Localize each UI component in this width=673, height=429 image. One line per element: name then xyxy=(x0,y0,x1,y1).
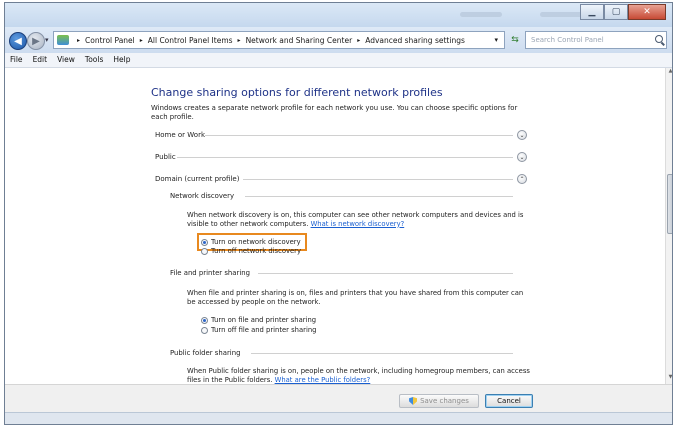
radio-turn-on-discovery[interactable]: Turn on network discovery xyxy=(201,238,301,246)
scroll-up-icon[interactable]: ▲ xyxy=(666,68,672,78)
forward-button[interactable]: ▶ xyxy=(27,32,45,50)
profile-domain-label: Domain (current profile) xyxy=(155,175,240,183)
breadcrumb-separator: ▸ xyxy=(237,36,241,44)
screenshot-frame: ▁ ▢ ✕ ◀ ▶ ▾ ▸ Control Panel ▸ All Contro… xyxy=(0,0,673,429)
radio-selected-icon xyxy=(201,238,208,246)
settings-content: Change sharing options for different net… xyxy=(5,68,665,384)
breadcrumb-advanced-sharing[interactable]: Advanced sharing settings xyxy=(365,36,465,45)
radio-label: Turn off file and printer sharing xyxy=(211,326,317,334)
chevron-up-icon: ⌃ xyxy=(519,175,525,183)
breadcrumb-control-panel[interactable]: Control Panel xyxy=(85,36,135,45)
divider xyxy=(245,196,513,197)
radio-selected-icon xyxy=(201,316,208,324)
expand-public-button[interactable]: ⌄ xyxy=(517,152,527,162)
chevron-down-icon[interactable]: ▾ xyxy=(494,36,498,44)
breadcrumb-network-sharing[interactable]: Network and Sharing Center xyxy=(246,36,353,45)
divider xyxy=(243,179,513,180)
profile-public-label: Public xyxy=(155,153,176,161)
chevron-down-icon: ⌄ xyxy=(519,153,525,161)
public-folder-sharing-title: Public folder sharing xyxy=(170,349,241,357)
menu-bar: File Edit View Tools Help xyxy=(5,53,672,68)
save-changes-label: Save changes xyxy=(420,397,469,405)
network-discovery-title: Network discovery xyxy=(170,192,235,200)
radio-turn-on-file-sharing[interactable]: Turn on file and printer sharing xyxy=(201,316,316,324)
radio-label: Turn off network discovery xyxy=(211,247,301,255)
address-bar[interactable]: ▸ Control Panel ▸ All Control Panel Item… xyxy=(53,31,505,49)
network-discovery-help-link[interactable]: What is network discovery? xyxy=(311,220,405,228)
breadcrumb-separator: ▸ xyxy=(77,36,81,44)
menu-view[interactable]: View xyxy=(52,53,80,67)
maximize-icon: ▢ xyxy=(611,7,621,17)
titlebar-blur xyxy=(460,12,502,17)
breadcrumb-all-items[interactable]: All Control Panel Items xyxy=(148,36,233,45)
search-placeholder: Search Control Panel xyxy=(531,36,604,44)
radio-turn-off-discovery[interactable]: Turn off network discovery xyxy=(201,247,301,255)
page-title: Change sharing options for different net… xyxy=(151,86,443,99)
menu-file[interactable]: File xyxy=(5,53,28,67)
control-panel-icon xyxy=(57,35,69,45)
expand-home-work-button[interactable]: ⌄ xyxy=(517,130,527,140)
button-bar: Save changes Cancel xyxy=(5,384,672,413)
close-button[interactable]: ✕ xyxy=(628,4,666,20)
radio-label: Turn on file and printer sharing xyxy=(211,316,317,324)
arrow-left-icon: ◀ xyxy=(14,35,22,47)
file-printer-sharing-title: File and printer sharing xyxy=(170,269,250,277)
file-printer-sharing-text: When file and printer sharing is on, fil… xyxy=(187,289,524,306)
breadcrumb-separator: ▸ xyxy=(357,36,361,44)
divider xyxy=(251,353,513,354)
close-icon: ✕ xyxy=(643,7,651,17)
minimize-icon: ▁ xyxy=(588,7,596,17)
radio-turn-off-file-sharing[interactable]: Turn off file and printer sharing xyxy=(201,326,316,334)
radio-unselected-icon xyxy=(201,247,208,255)
refresh-button[interactable]: ⇆ xyxy=(507,32,523,48)
save-changes-button[interactable]: Save changes xyxy=(399,394,479,408)
divider xyxy=(177,157,513,158)
back-button[interactable]: ◀ xyxy=(9,32,27,50)
collapse-domain-button[interactable]: ⌃ xyxy=(517,174,527,184)
menu-tools[interactable]: Tools xyxy=(80,53,108,67)
recent-pages-dropdown[interactable]: ▾ xyxy=(45,36,49,44)
vertical-scrollbar[interactable]: ▲ ▼ xyxy=(665,68,672,384)
divider xyxy=(205,135,513,136)
radio-label: Turn on network discovery xyxy=(211,238,301,246)
title-bar[interactable]: ▁ ▢ ✕ xyxy=(5,3,672,27)
scroll-down-icon[interactable]: ▼ xyxy=(666,374,672,384)
public-folder-sharing-text: When Public folder sharing is on, people… xyxy=(187,367,532,384)
public-folders-help-link[interactable]: What are the Public folders? xyxy=(275,376,371,384)
page-description: Windows creates a separate network profi… xyxy=(151,104,518,121)
explorer-window: ▁ ▢ ✕ ◀ ▶ ▾ ▸ Control Panel ▸ All Contro… xyxy=(4,2,673,425)
scroll-thumb[interactable] xyxy=(667,174,672,234)
maximize-button[interactable]: ▢ xyxy=(604,4,628,20)
breadcrumb-separator: ▸ xyxy=(139,36,143,44)
menu-edit[interactable]: Edit xyxy=(28,53,53,67)
minimize-button[interactable]: ▁ xyxy=(580,4,604,20)
refresh-icon: ⇆ xyxy=(511,35,519,45)
radio-unselected-icon xyxy=(201,326,208,334)
shield-icon xyxy=(409,397,418,405)
window-controls: ▁ ▢ ✕ xyxy=(580,4,666,20)
search-icon[interactable] xyxy=(655,35,663,43)
status-bar xyxy=(5,412,672,424)
cancel-label: Cancel xyxy=(497,397,521,405)
search-input[interactable]: Search Control Panel xyxy=(525,31,667,49)
profile-home-work-label: Home or Work xyxy=(155,131,206,139)
menu-help[interactable]: Help xyxy=(108,53,135,67)
arrow-right-icon: ▶ xyxy=(32,35,40,47)
cancel-button[interactable]: Cancel xyxy=(485,394,533,408)
network-discovery-text: When network discovery is on, this compu… xyxy=(187,211,527,228)
navigation-bar: ◀ ▶ ▾ ▸ Control Panel ▸ All Control Pane… xyxy=(5,27,672,53)
chevron-down-icon: ⌄ xyxy=(519,131,525,139)
divider xyxy=(258,273,513,274)
